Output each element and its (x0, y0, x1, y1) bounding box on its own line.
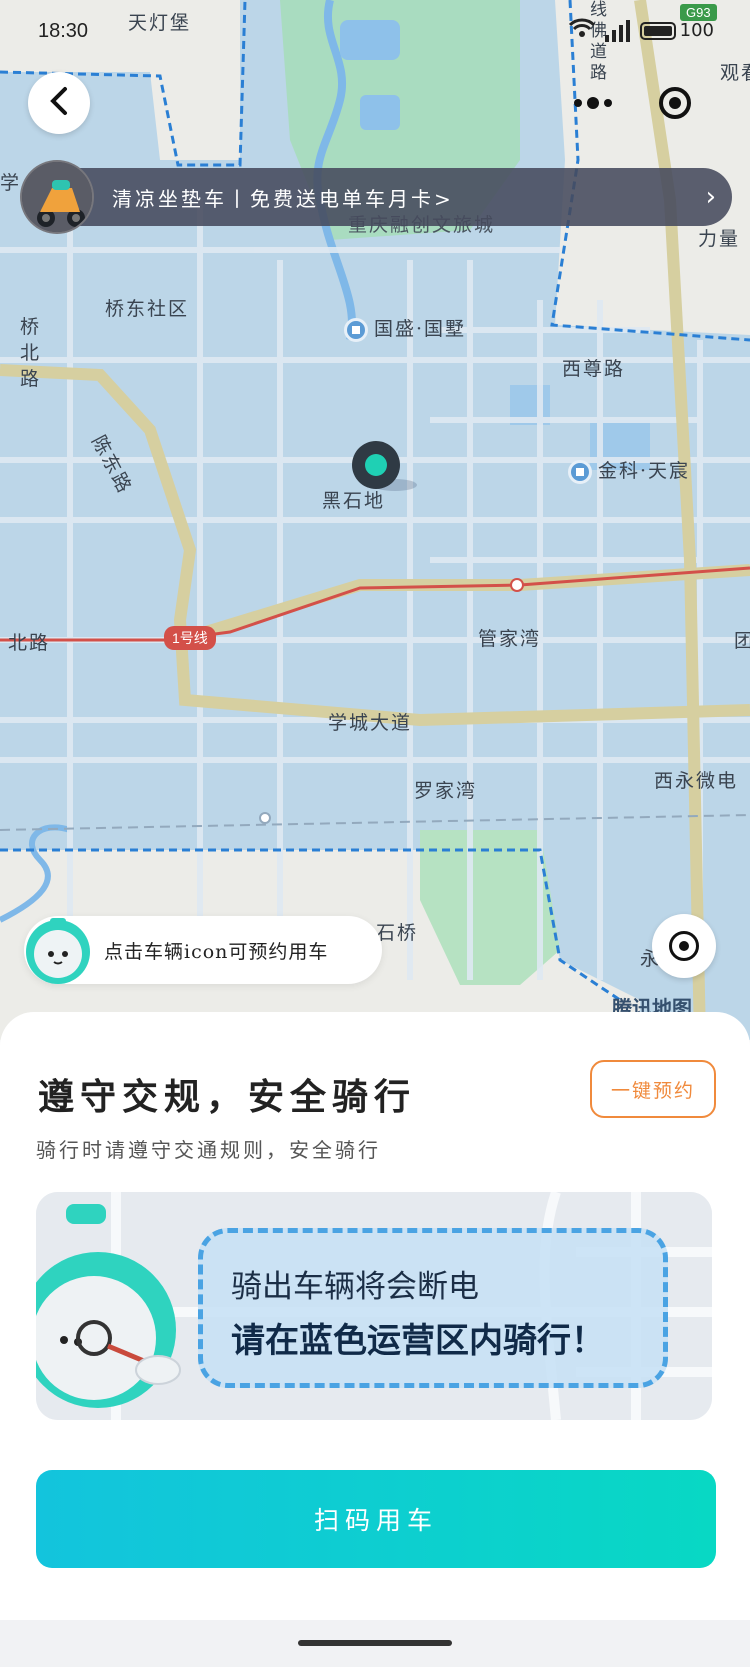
scan-to-ride-button[interactable]: 扫码用车 (36, 1470, 716, 1568)
metro-line-badge: 1号线 (164, 626, 216, 650)
sheet-title: 遵守交规，安全骑行 (38, 1076, 417, 1118)
mini-program-capsule (550, 72, 714, 134)
map-label: 桥北路 (20, 316, 42, 390)
mascot-icon (26, 918, 90, 984)
poi-guosheng[interactable]: 国盛·国墅 (344, 314, 466, 342)
notice-line-2: 请在蓝色运营区内骑行！ (231, 1322, 605, 1360)
hint-text: 点击车辆icon可预约用车 (104, 940, 329, 963)
chevron-left-icon (47, 86, 71, 120)
map-label: 力量 (698, 228, 741, 250)
battery-icon: 100 (639, 20, 714, 41)
map-label: 罗家湾 (414, 780, 478, 802)
wifi-icon (568, 18, 595, 43)
status-icons: 100 (568, 18, 714, 43)
locate-icon (669, 931, 699, 961)
close-miniprogram-icon[interactable] (658, 87, 691, 119)
one-click-reserve-button[interactable]: 一键预约 (590, 1060, 716, 1118)
back-button[interactable] (28, 72, 90, 134)
bottom-sheet: 遵守交规，安全骑行 骑行时请遵守交通规则，安全骑行 一键预约 骑出车辆将会断电 … (0, 1012, 750, 1432)
home-indicator[interactable] (298, 1640, 452, 1646)
operation-area-notice: 骑出车辆将会断电 请在蓝色运营区内骑行！ (36, 1192, 712, 1420)
status-bar: 18:30 G93 100 (0, 0, 750, 64)
map-view[interactable]: 天灯堡 桥东社区 桥北路 陈东路 重庆融创文旅城 国盛·国墅 西尊路 金科·天宸… (0, 0, 750, 1040)
poi-label: 国盛·国墅 (374, 318, 467, 340)
notice-dashed-box: 骑出车辆将会断电 请在蓝色运营区内骑行！ (198, 1228, 668, 1388)
map-label: 学 (0, 172, 22, 194)
map-label: 桥东社区 (105, 298, 190, 320)
locate-me-button[interactable] (652, 914, 716, 978)
map-label: 学城大道 (328, 712, 413, 734)
status-time: 18:30 (38, 20, 89, 42)
promo-banner[interactable]: 清凉坐垫车丨免费送电单车月卡> › (20, 160, 732, 234)
map-label: 石桥 (376, 922, 419, 944)
map-label: 西永微电 (654, 770, 739, 792)
notice-line-1: 骑出车辆将会断电 (231, 1269, 479, 1304)
poi-label: 金科·天宸 (598, 460, 691, 482)
poi-home-icon (344, 318, 368, 342)
map-label: 北路 (8, 632, 51, 654)
map-label: 管家湾 (478, 628, 542, 650)
map-label: 西尊路 (562, 358, 626, 380)
scooter-avatar (20, 160, 94, 234)
signal-icon (604, 19, 630, 42)
sheet-subtitle: 骑行时请遵守交通规则，安全骑行 (36, 1138, 381, 1162)
poi-jinke[interactable]: 金科·天宸 (568, 456, 690, 484)
chevron-right-icon: › (705, 182, 716, 212)
map-label: 黑石地 (322, 490, 386, 512)
promo-text: 清凉坐垫车丨免费送电单车月卡> (112, 186, 454, 211)
map-label: 团 (734, 630, 750, 652)
battery-level: 100 (679, 20, 714, 41)
poi-home-icon (568, 460, 592, 484)
mascot-magnifier-icon (36, 1204, 181, 1408)
more-menu-button[interactable] (573, 97, 612, 109)
reserve-hint-bubble: 点击车辆icon可预约用车 (24, 916, 382, 984)
map-canvas (0, 0, 750, 1040)
